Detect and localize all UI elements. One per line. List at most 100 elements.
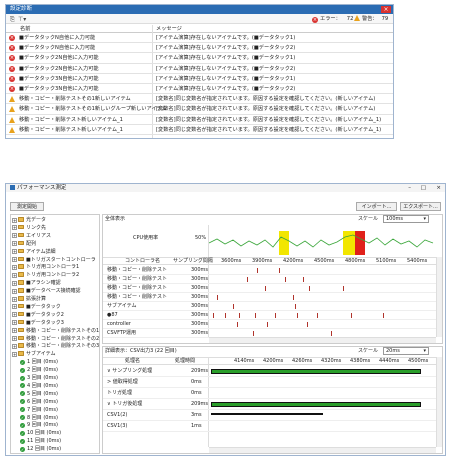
tree-run-item[interactable]: ✓ 1 回目 (0ms) bbox=[20, 358, 58, 366]
tree-folder-item[interactable]: + ■データベース接続確認 bbox=[12, 287, 80, 295]
controller-row[interactable]: controller 300ms bbox=[103, 320, 436, 329]
expand-icon[interactable]: + bbox=[12, 296, 17, 302]
tree-folder-item[interactable]: + サブアイテム bbox=[12, 350, 56, 358]
expand-icon[interactable]: + bbox=[12, 343, 17, 349]
tree-folder-item[interactable]: + ■データタック3 bbox=[12, 319, 64, 327]
column-message-header[interactable]: メッセージ bbox=[156, 25, 182, 33]
overall-vscroll[interactable] bbox=[436, 257, 442, 337]
diagnostic-row[interactable]: 移動・コピー・削除テスト新しいアイテム_1 [変数名]同じ変数名が指定されています… bbox=[6, 116, 393, 125]
tree-folder-item[interactable]: + 拡張計算 bbox=[12, 295, 46, 303]
expand-icon[interactable]: + bbox=[12, 257, 17, 262]
time-column-header[interactable]: 処理時間 bbox=[175, 358, 195, 365]
tree-folder-item[interactable]: + ■データタック2 bbox=[12, 311, 64, 319]
tree-folder-item[interactable]: + ■データタック bbox=[12, 303, 61, 311]
tree-run-item[interactable]: ✓ 3 回目 (0ms) bbox=[20, 374, 58, 382]
minimize-icon[interactable]: – bbox=[408, 184, 411, 192]
tree-folder-item[interactable]: + ■トリガスタートコントローラ bbox=[12, 256, 96, 264]
export-button[interactable]: エクスポート... bbox=[400, 202, 441, 211]
expand-icon[interactable]: + bbox=[12, 288, 17, 294]
tree-run-item[interactable]: ✓ 2 回目 (0ms) bbox=[20, 366, 58, 374]
diagnostic-row[interactable]: 移動・コピー・削除テストその1新しいアイテム [変数名]同じ変数名が指定されていま… bbox=[6, 95, 393, 105]
controller-row[interactable]: 移動・コピー・削除テスト 300ms bbox=[103, 284, 436, 293]
process-row[interactable]: > 値取得処理 0ms bbox=[103, 377, 436, 388]
detail-scale-select[interactable]: 20ms bbox=[383, 347, 429, 355]
controller-row[interactable]: ●87 300ms bbox=[103, 311, 436, 320]
process-row[interactable]: トリガ処理 0ms bbox=[103, 388, 436, 399]
import-button[interactable]: インポート... bbox=[356, 202, 397, 211]
expand-icon[interactable]: + bbox=[12, 249, 17, 255]
sample-mark bbox=[351, 313, 352, 318]
expand-icon[interactable]: + bbox=[12, 217, 17, 223]
sampling-column-header[interactable]: サンプリング間隔 bbox=[173, 258, 213, 265]
expand-icon[interactable]: + bbox=[12, 351, 17, 357]
controller-row[interactable]: 移動・コピー・削除テスト 300ms bbox=[103, 266, 436, 275]
tree-folder-item[interactable]: + トリガ用コントローラ1 bbox=[12, 263, 79, 271]
diagnostic-row[interactable]: × ■データタック2N自他に入力可能 [アイテム演算]存在しないアイテムです。(■デ… bbox=[6, 54, 393, 64]
tree-run-item[interactable]: ✓ 11 回目 (0ms) bbox=[20, 437, 61, 445]
close-icon[interactable]: × bbox=[436, 184, 441, 192]
tree-folder-item[interactable]: + 光データ bbox=[12, 216, 46, 224]
tree-run-item[interactable]: ✓ 4 回目 (0ms) bbox=[20, 382, 58, 390]
tree-run-item[interactable]: ✓ 5 回目 (0ms) bbox=[20, 390, 58, 398]
tree-item-label: 6 回目 (0ms) bbox=[27, 398, 58, 405]
expand-icon[interactable]: + bbox=[12, 225, 17, 231]
copy-icon[interactable]: ⎘ bbox=[10, 16, 15, 24]
expand-icon[interactable]: + bbox=[12, 304, 17, 310]
tree-folder-item[interactable]: + 移動・コピー・削除テストその1 bbox=[12, 327, 99, 335]
controller-row[interactable]: 移動・コピー・削除テスト 300ms bbox=[103, 275, 436, 284]
diagnostic-window: 設定診断 × ⎘ ⊤▾ × エラー： 72 警告： 79 名前 メッセージ × ■データ… bbox=[5, 4, 394, 139]
tree-folder-item[interactable]: + 移動・コピー・削除テストその3 bbox=[12, 342, 99, 350]
warning-icon bbox=[9, 126, 15, 133]
detail-vscroll[interactable] bbox=[436, 357, 442, 447]
controller-column-header[interactable]: コントローラ名 bbox=[125, 258, 160, 265]
tree-run-item[interactable]: ✓ 8 回目 (0ms) bbox=[20, 414, 58, 422]
process-row[interactable]: CSV1(2) 3ms bbox=[103, 410, 436, 421]
tree-run-item[interactable]: ✓ 7 回目 (0ms) bbox=[20, 406, 58, 414]
scale-select[interactable]: 100ms bbox=[383, 215, 429, 223]
tree-folder-item[interactable]: + 移動・コピー・削除テストその2 bbox=[12, 335, 99, 343]
tree-run-item[interactable]: ✓ 10 回目 (0ms) bbox=[20, 429, 61, 437]
expand-icon[interactable]: + bbox=[12, 280, 17, 286]
sample-mark bbox=[309, 286, 310, 291]
tree-run-item[interactable]: ✓ 6 回目 (0ms) bbox=[20, 398, 58, 406]
expand-icon[interactable]: + bbox=[12, 336, 17, 341]
process-column-header[interactable]: 処理名 bbox=[125, 358, 140, 365]
filter-icon[interactable]: ⊤▾ bbox=[18, 16, 26, 23]
expand-icon[interactable]: + bbox=[12, 312, 17, 318]
diagnostic-row[interactable]: × ■データタック3N自他に入力可能 [アイテム演算]存在しないアイテムです。(■デ… bbox=[6, 85, 393, 95]
tree-folder-item[interactable]: + トリガ用コントローラ2 bbox=[12, 271, 79, 279]
diagnostic-row[interactable]: 移動・コピー・削除テストその1新しいグループ新しいアイテム [変数名]同じ変数名が… bbox=[6, 105, 393, 115]
expand-icon[interactable]: + bbox=[12, 328, 17, 334]
row-message: [アイテム演算]存在しないアイテムです。(■データタック1) bbox=[156, 75, 296, 82]
tree-folder-item[interactable]: + エイリアス bbox=[12, 232, 51, 240]
controller-row[interactable]: サブアイテム 300ms bbox=[103, 302, 436, 311]
diagnostic-row[interactable]: × ■データタックN自他に入力可能 [アイテム演算]存在しないアイテムです。(■デー… bbox=[6, 44, 393, 54]
expand-icon[interactable]: + bbox=[12, 320, 17, 326]
tree-folder-item[interactable]: + リンク先 bbox=[12, 224, 46, 232]
tree-folder-item[interactable]: + アイテム詳細 bbox=[12, 248, 56, 256]
detail-panel: 詳細表示：CSV出力3 (22 回目) スケール 20ms 処理名 処理時間 4… bbox=[102, 346, 443, 454]
process-row[interactable]: ∨ サンプリング処理 209ms bbox=[103, 366, 436, 377]
expand-icon[interactable]: + bbox=[12, 241, 17, 247]
expand-icon[interactable]: + bbox=[12, 233, 17, 239]
close-button[interactable]: × bbox=[381, 6, 391, 13]
sample-mark bbox=[233, 304, 234, 309]
diagnostic-row[interactable]: × ■データタック3N自他に入力可能 [アイテム演算]存在しないアイテムです。(■デ… bbox=[6, 75, 393, 85]
expand-icon[interactable]: + bbox=[12, 272, 17, 278]
expand-icon[interactable]: + bbox=[12, 264, 17, 270]
controller-row[interactable]: 移動・コピー・削除テスト 300ms bbox=[103, 293, 436, 302]
process-row[interactable]: CSV1(3) 1ms bbox=[103, 421, 436, 432]
tree-run-item[interactable]: ✓ 12 回目 (0ms) bbox=[20, 445, 61, 453]
tree-folder-item[interactable]: + 配列 bbox=[12, 240, 36, 248]
start-measure-button[interactable]: 測定開始 bbox=[10, 202, 44, 211]
tree-folder-item[interactable]: + ■アラシン確認 bbox=[12, 279, 61, 287]
diagnostic-row[interactable]: × ■データタックN自他に入力可能 [アイテム演算]存在しないアイテムです。(■デー… bbox=[6, 34, 393, 44]
detail-hscroll[interactable] bbox=[209, 447, 436, 453]
column-name-header[interactable]: 名前 bbox=[20, 25, 30, 33]
overall-hscroll[interactable] bbox=[209, 337, 436, 343]
tree-run-item[interactable]: ✓ 9 回目 (0ms) bbox=[20, 421, 58, 429]
maximize-icon[interactable]: □ bbox=[421, 184, 426, 192]
diagnostic-row[interactable]: 移動・コピー・削除テスト新しいアイテム_1 [変数名]同じ変数名が指定されています… bbox=[6, 126, 393, 136]
diagnostic-row[interactable]: × ■データタック2N自他に入力可能 [アイテム演算]存在しないアイテムです。(■デ… bbox=[6, 65, 393, 74]
process-row[interactable]: ∨ トリガ後処理 209ms bbox=[103, 399, 436, 410]
